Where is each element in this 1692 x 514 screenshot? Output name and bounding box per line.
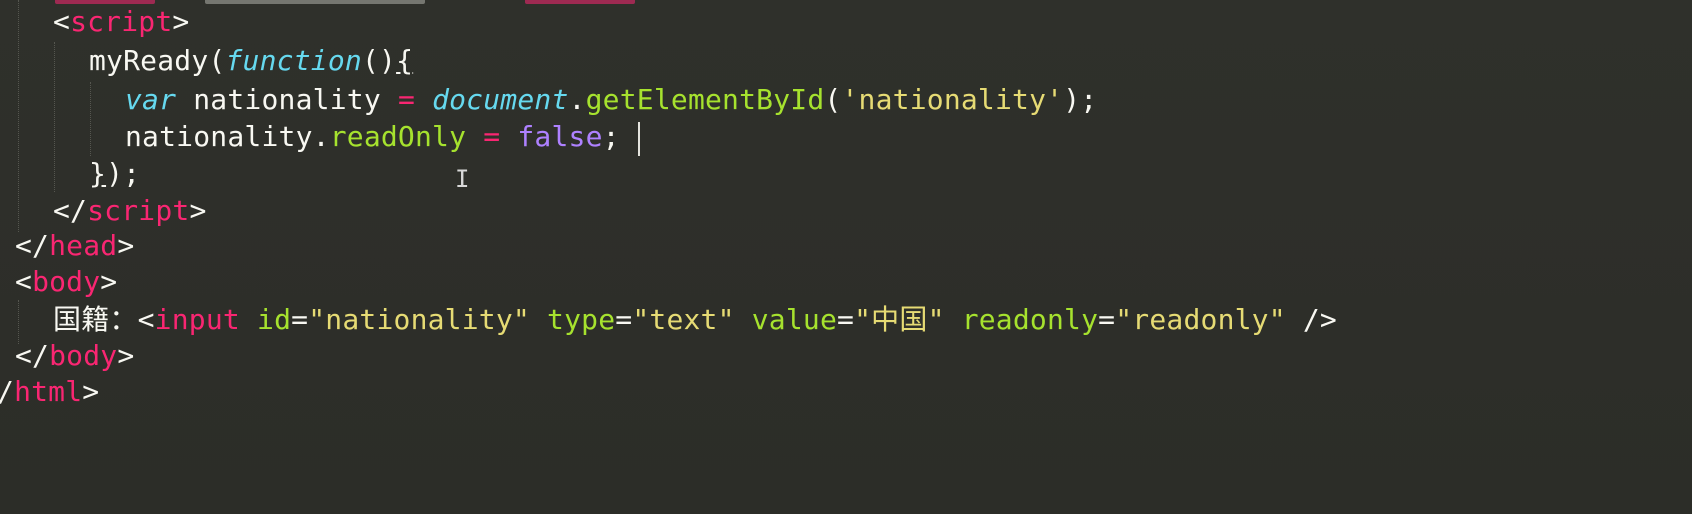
code-token-op: = [483, 120, 501, 153]
code-token-attr: type [547, 303, 616, 336]
code-token-punc: = [291, 303, 309, 336]
code-token-punc: = [1098, 303, 1116, 336]
code-line-7: </head> [15, 227, 134, 265]
code-editor[interactable]: <script> myReady(function(){ var nationa… [0, 0, 1692, 514]
code-token-punc: > [82, 375, 100, 408]
code-token-punc: </ [53, 194, 88, 227]
code-line-8: <body> [15, 263, 117, 301]
code-token-tag: html [14, 375, 83, 408]
code-token-punc: /> [1285, 303, 1337, 336]
code-token-punc: > [100, 265, 118, 298]
code-token-tag: body [32, 265, 101, 298]
text-cursor [638, 122, 640, 156]
code-token-punc: = [615, 303, 633, 336]
code-token-attr: value [751, 303, 838, 336]
code-token-plain: . [568, 83, 586, 116]
code-token-plain: nationality [176, 83, 398, 116]
code-token-fn: getElementById [585, 83, 825, 116]
code-token-cjk: 国籍： [53, 303, 138, 336]
code-token-tag: body [49, 339, 118, 372]
code-line-2: myReady(function(){ [89, 42, 413, 80]
code-token-punc: > [117, 229, 135, 262]
code-line-5: }); [89, 155, 140, 193]
code-token-plain: () [361, 44, 397, 77]
indent-guide [54, 42, 55, 192]
code-token-attr: id [257, 303, 292, 336]
code-token-tag: script [70, 5, 173, 38]
code-token-punc: </ [15, 229, 50, 262]
code-token-punc: < [15, 265, 33, 298]
code-token-punc: > [189, 194, 207, 227]
indent-guide [18, 0, 19, 232]
code-token-str: "readonly" [1115, 303, 1286, 336]
code-token-plain: ); [106, 157, 141, 190]
code-token-brace: { [396, 44, 414, 77]
code-token-kw: document [432, 83, 569, 116]
code-line-3: var nationality = document.getElementByI… [125, 81, 1097, 119]
code-token-punc: > [117, 339, 135, 372]
code-token-punc: < [137, 303, 155, 336]
code-token-fn: readOnly [329, 120, 467, 153]
code-token-punc: > [172, 5, 190, 38]
code-line-11: /html> [0, 373, 99, 411]
code-line-6: </script> [53, 192, 207, 230]
code-token-kw: var [125, 83, 177, 116]
code-token-plain: ; [602, 120, 620, 153]
code-token-plain: ); [1063, 83, 1098, 116]
code-token-punc: </ [15, 339, 50, 372]
code-token-str: "nationality" [308, 303, 530, 336]
code-token-str: 'nationality' [841, 83, 1064, 116]
code-token-punc: < [53, 5, 71, 38]
code-line-4: nationality.readOnly = false; [125, 118, 620, 156]
code-token-brace: } [89, 157, 107, 190]
code-token-str: "text" [632, 303, 735, 336]
code-line-9: 国籍：<input id="nationality" type="text" v… [53, 301, 1337, 339]
code-line-1: <script> [53, 3, 189, 41]
mouse-ibeam-cursor: I [455, 165, 470, 193]
code-token-bool: false [517, 120, 603, 153]
code-token-plain: nationality. [125, 120, 330, 153]
code-token-op: = [397, 83, 415, 116]
code-token-kw: function [225, 44, 362, 77]
code-token-punc: = [837, 303, 855, 336]
code-token-plain: ( [824, 83, 842, 116]
indent-guide [90, 82, 91, 156]
code-token-punc: / [0, 375, 14, 408]
code-token-tag: script [87, 194, 190, 227]
code-token-str: "中国" [854, 303, 945, 336]
code-token-attr: readonly [961, 303, 1099, 336]
code-token-tag: head [49, 229, 118, 262]
code-token-tag: input [154, 303, 240, 336]
code-line-10: </body> [15, 337, 134, 375]
code-token-plain: myReady( [89, 44, 226, 77]
